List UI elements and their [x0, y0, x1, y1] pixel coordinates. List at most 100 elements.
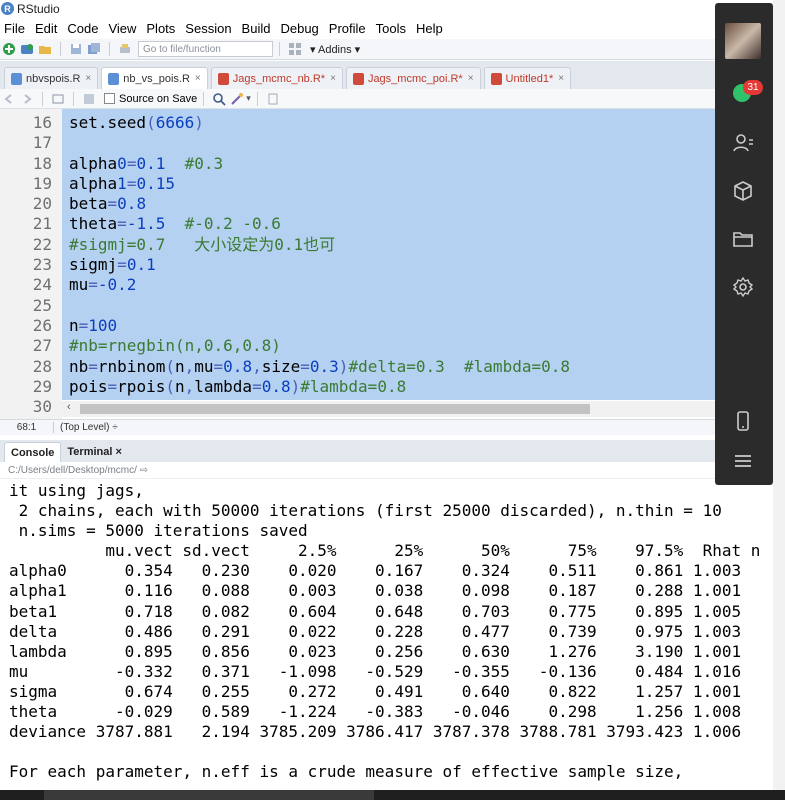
compile-report-icon[interactable]: [266, 92, 280, 106]
console-line: lambda 0.895 0.856 0.023 0.256 0.630 1.2…: [9, 641, 742, 661]
save-all-icon[interactable]: [87, 42, 101, 56]
menu-help[interactable]: Help: [416, 21, 443, 36]
editor-tabs: nbvspois.R × nb_vs_pois.R × Jags_mcmc_nb…: [0, 61, 715, 89]
magic-wand-icon[interactable]: [230, 92, 244, 106]
tab-terminal[interactable]: Terminal ×: [61, 442, 128, 462]
grid-layout-icon[interactable]: [288, 42, 302, 56]
line-number: 20: [32, 194, 52, 214]
console-line: n.sims = 5000 iterations saved: [9, 521, 308, 541]
close-icon[interactable]: ×: [195, 73, 201, 84]
menu-debug[interactable]: Debug: [280, 21, 318, 36]
unread-badge: 31: [743, 80, 763, 95]
code-line: 26 n=100: [0, 316, 570, 336]
console-line: alpha0 0.354 0.230 0.020 0.167 0.324 0.5…: [9, 561, 742, 581]
open-file-icon[interactable]: [38, 42, 52, 56]
cursor-position: 68:1: [0, 422, 54, 433]
console-line: it using jags,: [9, 481, 144, 500]
menu-file[interactable]: File: [4, 21, 25, 36]
settings-icon[interactable]: [731, 275, 755, 299]
console-line: beta1 0.718 0.082 0.604 0.648 0.703 0.77…: [9, 601, 742, 621]
console-line: mu.vect sd.vect 2.5% 25% 50% 75% 97.5% R…: [9, 541, 761, 561]
contacts-icon[interactable]: [731, 131, 755, 155]
toolbar-separator: [42, 91, 43, 106]
horizontal-scrollbar[interactable]: ‹: [62, 401, 715, 417]
close-icon[interactable]: ×: [85, 73, 91, 84]
addins-label: Addins: [317, 43, 352, 56]
menu-plots[interactable]: Plots: [146, 21, 175, 36]
line-number: 22: [32, 234, 52, 254]
background-window-strip: [773, 0, 785, 800]
menu-session[interactable]: Session: [185, 21, 231, 36]
line-number: 30: [32, 397, 52, 417]
phone-icon[interactable]: [731, 409, 755, 433]
tab-jags-mcmc-nb[interactable]: Jags_mcmc_nb.R* ×: [210, 67, 343, 89]
code-line: 19 alpha1=0.15: [0, 174, 570, 194]
close-icon[interactable]: ×: [468, 73, 474, 84]
console-line: 2 chains, each with 50000 iterations (fi…: [9, 501, 722, 521]
code-text: sigmj=0.1: [69, 255, 156, 275]
save-icon[interactable]: [82, 92, 96, 106]
tab-nb-vs-pois[interactable]: nb_vs_pois.R ×: [101, 67, 208, 89]
side-panel: 31: [715, 3, 773, 485]
menu-edit[interactable]: Edit: [35, 21, 57, 36]
code-text: alpha1=0.15: [69, 173, 175, 193]
code-editor[interactable]: 16 set.seed(6666) 17 18 alpha0=0.1 #0.3 19 alp…: [0, 109, 715, 419]
addins-button[interactable]: ▾ Addins ▾: [310, 43, 360, 56]
print-icon[interactable]: [118, 42, 132, 56]
code-text: beta=0.8: [69, 194, 147, 214]
code-text: #sigmj=0.7 大小设定为0.1也可: [69, 234, 336, 254]
chevron-down-icon[interactable]: ▾: [246, 93, 251, 104]
avatar[interactable]: [725, 23, 761, 59]
scroll-left-icon[interactable]: ‹: [67, 401, 71, 413]
scrollbar-thumb[interactable]: [80, 404, 590, 414]
window-title: RStudio: [17, 1, 60, 16]
console-output[interactable]: it using jags, 2 chains, each with 50000…: [0, 479, 785, 790]
title-bar: R RStudio: [0, 0, 785, 17]
tab-label: nb_vs_pois.R: [123, 72, 190, 85]
code-line: 29 pois=rpois(n,lambda=0.8)#lambda=0.8: [0, 377, 570, 397]
code-line: 27 #nb=rnegbin(n,0.6,0.8): [0, 336, 570, 356]
tab-label: Jags_mcmc_poi.R*: [367, 72, 463, 85]
console-line: delta 0.486 0.291 0.022 0.228 0.477 0.73…: [9, 621, 742, 641]
source-on-save-checkbox[interactable]: [104, 93, 115, 104]
code-text: mu=-0.2: [69, 275, 137, 295]
close-icon[interactable]: ×: [558, 73, 564, 84]
code-lines: 16 set.seed(6666) 17 18 alpha0=0.1 #0.3 19 alp…: [0, 113, 570, 417]
r-file-icon: [352, 72, 364, 85]
code-line: 16 set.seed(6666): [0, 113, 570, 133]
toolbar-separator: [256, 91, 258, 106]
close-icon[interactable]: ×: [330, 73, 336, 84]
code-line: 23 sigmj=0.1: [0, 255, 570, 275]
tab-console[interactable]: Console: [4, 442, 62, 462]
tab-untitled1[interactable]: Untitled1* ×: [483, 67, 572, 89]
forward-arrow-icon[interactable]: [20, 92, 34, 106]
tab-nbvspois[interactable]: nbvspois.R ×: [4, 67, 99, 89]
back-arrow-icon[interactable]: [2, 92, 16, 106]
scope-selector[interactable]: (Top Level) ÷: [60, 422, 118, 433]
menu-profile[interactable]: Profile: [329, 21, 366, 36]
menu-tools[interactable]: Tools: [376, 21, 406, 36]
new-file-icon[interactable]: [2, 42, 16, 56]
tab-jags-mcmc-poi[interactable]: Jags_mcmc_poi.R* ×: [345, 67, 481, 89]
menu-code[interactable]: Code: [67, 21, 98, 36]
new-project-icon[interactable]: [20, 42, 34, 56]
folder-icon[interactable]: [731, 227, 755, 251]
code-text: alpha0=0.1 #0.3: [69, 153, 224, 173]
menu-view[interactable]: View: [108, 21, 136, 36]
working-directory-path[interactable]: C:/Users/dell/Desktop/mcmc/ ⇨: [0, 462, 715, 479]
menu-icon[interactable]: [731, 449, 755, 473]
toolbar-separator: [60, 42, 61, 56]
go-to-file-input[interactable]: Go to file/function: [138, 41, 273, 57]
toolbar-separator: [203, 91, 205, 106]
code-text: n=100: [69, 315, 118, 335]
search-icon[interactable]: [212, 92, 226, 106]
save-icon[interactable]: [69, 42, 83, 56]
console-line: deviance 3787.881 2.194 3785.209 3786.41…: [9, 722, 742, 742]
taskbar: [0, 790, 785, 800]
show-in-window-icon[interactable]: [51, 92, 65, 106]
line-number: 27: [32, 336, 52, 356]
cube-icon[interactable]: [731, 179, 755, 203]
console-line: mu -0.332 0.371 -1.098 -0.529 -0.355 -0.…: [9, 661, 742, 681]
menu-build[interactable]: Build: [242, 21, 271, 36]
